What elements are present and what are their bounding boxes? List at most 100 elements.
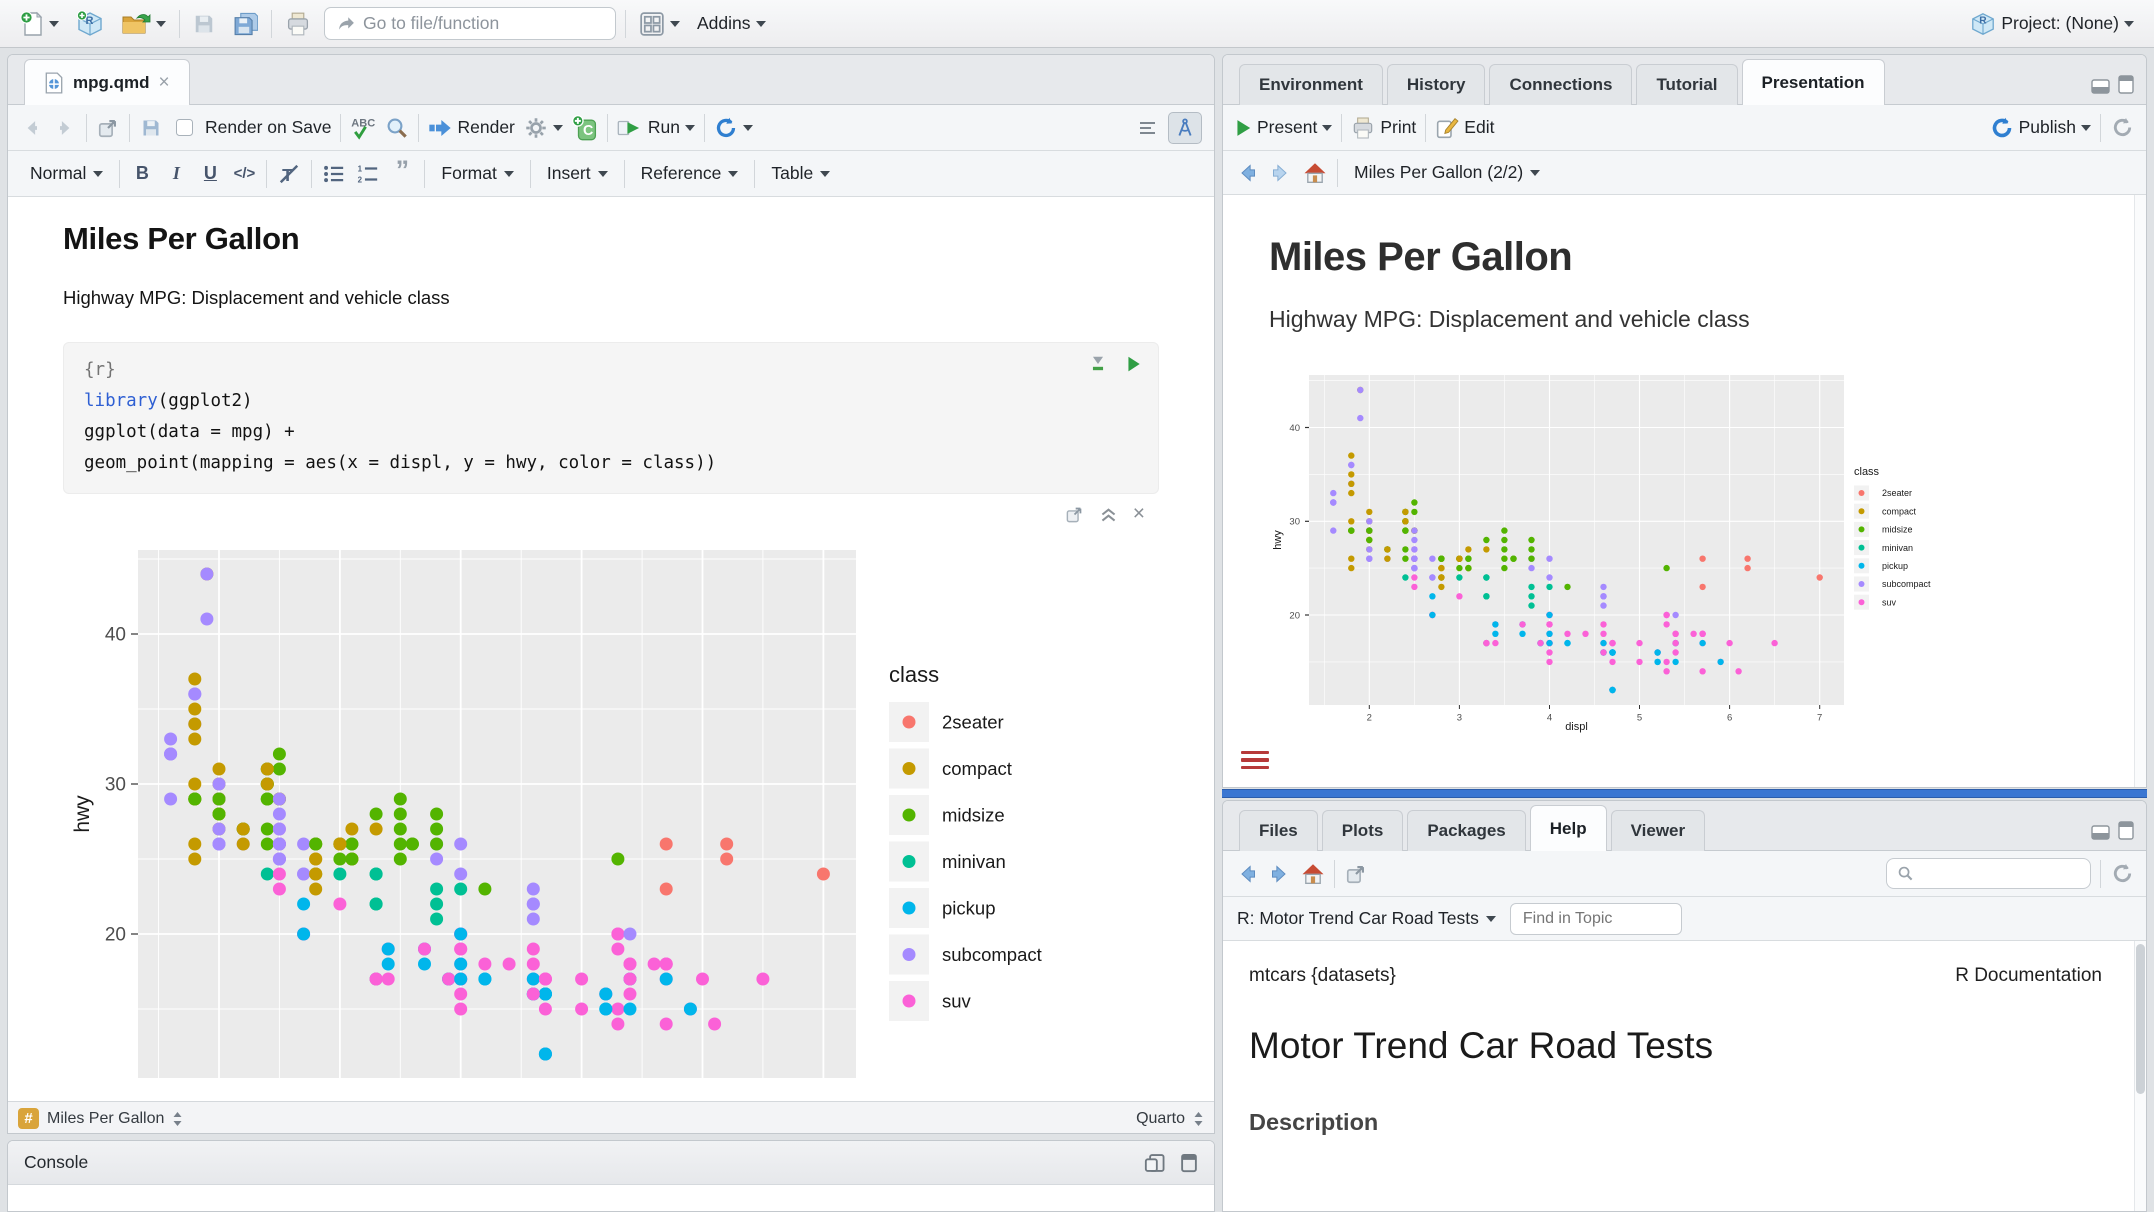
back-button[interactable] — [20, 112, 44, 144]
mpg-scatter-plot: 203040hwyclass2seatercompactmidsizeminiv… — [63, 530, 1148, 1082]
clear-format-button[interactable]: T — [277, 158, 301, 190]
open-file-button[interactable] — [117, 7, 170, 41]
tab-mpg-qmd[interactable]: mpg.qmd × — [24, 59, 190, 105]
new-project-icon: R — [76, 10, 104, 38]
code-format-button[interactable]: </> — [232, 158, 256, 190]
tab-close-icon[interactable]: × — [159, 72, 170, 94]
slide-back-button[interactable] — [1235, 157, 1259, 189]
statusbar-section[interactable]: Miles Per Gallon — [47, 1110, 164, 1128]
insert-chunk-button[interactable]: C — [572, 112, 598, 144]
help-topic-select[interactable]: R: Motor Trend Car Road Tests — [1237, 908, 1496, 929]
underline-button[interactable]: U — [198, 158, 222, 190]
find-replace-button[interactable] — [385, 112, 409, 144]
tab-plots[interactable]: Plots — [1322, 810, 1404, 851]
render-button[interactable]: Render — [428, 112, 514, 144]
help-home-button[interactable] — [1301, 858, 1325, 890]
help-back-button[interactable] — [1235, 858, 1259, 890]
help-popout-button[interactable] — [1344, 858, 1368, 890]
chunk-toolbar — [1089, 355, 1142, 373]
document-canvas[interactable]: Miles Per Gallon Highway MPG: Displaceme… — [8, 197, 1214, 1101]
bold-button[interactable]: B — [130, 158, 154, 190]
present-button[interactable]: Present — [1235, 112, 1332, 144]
collapse-output-icon[interactable] — [1100, 506, 1117, 523]
insert-menu[interactable]: Insert — [541, 163, 614, 184]
new-project-button[interactable]: R — [72, 7, 108, 41]
statusbar-mode[interactable]: Quarto — [1136, 1110, 1185, 1128]
top-right-tabstrip: Environment History Connections Tutorial… — [1223, 55, 2146, 105]
edit-presentation-button[interactable]: Edit — [1435, 112, 1494, 144]
outline-toggle-button[interactable] — [1135, 112, 1159, 144]
help-forward-button[interactable] — [1268, 858, 1292, 890]
numbered-list-button[interactable]: 1 2 — [356, 158, 380, 190]
run-chunk-icon[interactable] — [1125, 355, 1142, 373]
clear-output-icon[interactable]: × — [1133, 505, 1145, 523]
find-in-topic-input[interactable] — [1510, 903, 1682, 935]
r-code-chunk[interactable]: {r}library(ggplot2)ggplot(data = mpg) + … — [63, 342, 1159, 494]
render-options-button[interactable] — [524, 112, 563, 144]
save-all-button[interactable] — [228, 7, 262, 41]
tab-label: Presentation — [1762, 73, 1865, 93]
svg-text:R: R — [1980, 15, 1988, 26]
help-scrollbar[interactable] — [2134, 941, 2146, 1212]
format-menu[interactable]: Format — [435, 163, 519, 184]
tab-environment[interactable]: Environment — [1239, 64, 1383, 105]
save-doc-icon — [141, 118, 161, 138]
help-refresh-button[interactable] — [2110, 858, 2134, 890]
blockquote-button[interactable]: ” — [390, 158, 414, 190]
goto-file-input[interactable]: Go to file/function — [324, 7, 616, 40]
tab-packages[interactable]: Packages — [1407, 810, 1525, 851]
print-presentation-button[interactable]: Print — [1351, 112, 1416, 144]
toolbar-divider — [119, 160, 120, 188]
run-button[interactable]: Run — [617, 112, 695, 144]
help-search-box[interactable] — [1886, 858, 2091, 889]
forward-icon — [1270, 163, 1292, 183]
popout-editor-button[interactable] — [96, 112, 120, 144]
pane-layout-button[interactable] — [635, 7, 684, 41]
rerun-button[interactable] — [714, 112, 753, 144]
table-menu[interactable]: Table — [765, 163, 836, 184]
spellcheck-button[interactable]: ABC — [350, 112, 376, 144]
tab-history[interactable]: History — [1387, 64, 1486, 105]
presentation-scrollbar[interactable] — [2134, 195, 2146, 788]
console-popout-icon[interactable] — [1144, 1153, 1166, 1173]
visual-editor-toggle[interactable] — [1168, 112, 1202, 144]
addins-menu[interactable]: Addins — [693, 7, 770, 41]
pane-splitter[interactable] — [1222, 789, 2147, 798]
new-file-button[interactable] — [16, 7, 63, 41]
publish-label: Publish — [2019, 117, 2076, 138]
reference-menu[interactable]: Reference — [635, 163, 745, 184]
tab-connections[interactable]: Connections — [1489, 64, 1632, 105]
console-maximize-icon[interactable] — [1180, 1153, 1198, 1173]
bullet-list-button[interactable] — [322, 158, 346, 190]
minimize-pane-icon[interactable] — [2091, 825, 2110, 840]
doc-subtitle: Highway MPG: Displacement and vehicle cl… — [63, 287, 1159, 309]
maximize-pane-icon[interactable] — [2118, 821, 2134, 840]
tab-tutorial[interactable]: Tutorial — [1636, 64, 1737, 105]
output-popout-icon[interactable] — [1065, 505, 1084, 524]
italic-button[interactable]: I — [164, 158, 188, 190]
slide-select-menu[interactable]: Miles Per Gallon (2/2) — [1348, 162, 1546, 183]
tab-help[interactable]: Help — [1530, 805, 1607, 851]
help-scroll-thumb[interactable] — [2136, 944, 2145, 1094]
forward-button[interactable] — [53, 112, 77, 144]
slide-menu-icon[interactable] — [1241, 751, 1269, 774]
save-doc-button[interactable] — [139, 112, 163, 144]
publish-button[interactable]: Publish — [1990, 112, 2091, 144]
refresh-presentation-button[interactable] — [2110, 112, 2134, 144]
presentation-preview[interactable]: Miles Per Gallon Highway MPG: Displaceme… — [1223, 195, 2146, 788]
paragraph-style-select[interactable]: Normal — [24, 163, 109, 184]
slide-home-button[interactable] — [1303, 157, 1327, 189]
print-icon — [285, 11, 311, 37]
render-on-save-checkbox[interactable] — [172, 112, 196, 144]
maximize-pane-icon[interactable] — [2118, 75, 2134, 94]
tab-viewer[interactable]: Viewer — [1611, 810, 1706, 851]
help-search-input[interactable] — [1921, 865, 2071, 882]
minimize-pane-icon[interactable] — [2091, 79, 2110, 94]
tab-files[interactable]: Files — [1239, 810, 1318, 851]
tab-presentation[interactable]: Presentation — [1742, 59, 1885, 105]
run-chunks-above-icon[interactable] — [1089, 355, 1107, 373]
print-button[interactable] — [281, 7, 315, 41]
project-menu[interactable]: R Project: (None) — [1966, 7, 2138, 41]
slide-forward-button[interactable] — [1269, 157, 1293, 189]
save-button[interactable] — [189, 7, 219, 41]
